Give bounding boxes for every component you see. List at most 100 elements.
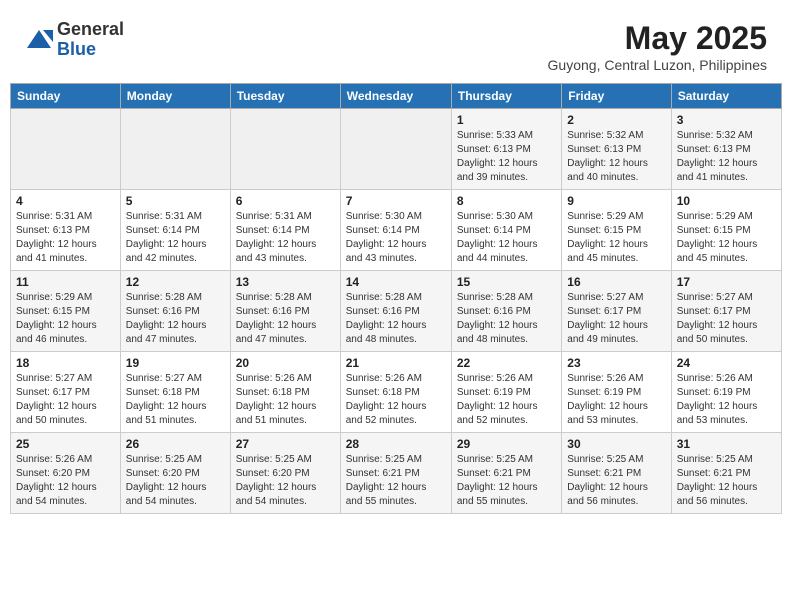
day-number: 19: [126, 356, 225, 370]
day-number: 9: [567, 194, 665, 208]
weekday-header-sunday: Sunday: [11, 84, 121, 109]
calendar-cell: 26Sunrise: 5:25 AM Sunset: 6:20 PM Dayli…: [120, 433, 230, 514]
day-number: 12: [126, 275, 225, 289]
day-info: Sunrise: 5:28 AM Sunset: 6:16 PM Dayligh…: [126, 291, 225, 347]
calendar-cell: 7 Sunrise: 5:30 AM Sunset: 6:14 PM Daylig…: [340, 190, 451, 271]
day-info: Sunrise: 5:27 AM Sunset: 6:17 PM Dayligh…: [16, 372, 115, 428]
day-info: Sunrise: 5:29 AM Sunset: 6:15 PM Dayligh…: [567, 210, 665, 266]
day-number: 28: [346, 437, 446, 451]
calendar-week-row: 1Sunrise: 5:33 AM Sunset: 6:13 PM Daylig…: [11, 109, 782, 190]
calendar-cell: 25 Sunrise: 5:26 AM Sunset: 6:20 PM Dayli…: [11, 433, 121, 514]
calendar-cell: 2Sunrise: 5:32 AM Sunset: 6:13 PM Daylig…: [562, 109, 671, 190]
day-number: 6: [236, 194, 335, 208]
day-info: Sunrise: 5:31 AM Sunset: 6:14 PM Dayligh…: [126, 210, 225, 266]
day-info: Sunrise: 5:28 AM Sunset: 6:16 PM Dayligh…: [457, 291, 556, 347]
day-info: Sunrise: 5:26 AM Sunset: 6:20 PM Dayligh…: [16, 453, 115, 509]
day-info: Sunrise: 5:31 AM Sunset: 6:14 PM Dayligh…: [236, 210, 335, 266]
day-number: 8: [457, 194, 556, 208]
calendar-cell: 31Sunrise: 5:25 AM Sunset: 6:21 PM Dayli…: [671, 433, 781, 514]
calendar-cell: 5 Sunrise: 5:31 AM Sunset: 6:14 PM Daylig…: [120, 190, 230, 271]
calendar-table: SundayMondayTuesdayWednesdayThursdayFrid…: [10, 83, 782, 514]
weekday-header-thursday: Thursday: [451, 84, 561, 109]
calendar-cell: [11, 109, 121, 190]
logo-text: General Blue: [57, 20, 124, 60]
calendar-cell: 10 Sunrise: 5:29 AM Sunset: 6:15 PM Dayli…: [671, 190, 781, 271]
calendar-week-row: 25 Sunrise: 5:26 AM Sunset: 6:20 PM Dayli…: [11, 433, 782, 514]
calendar-cell: 23Sunrise: 5:26 AM Sunset: 6:19 PM Dayli…: [562, 352, 671, 433]
day-info: Sunrise: 5:27 AM Sunset: 6:17 PM Dayligh…: [567, 291, 665, 347]
day-number: 4: [16, 194, 115, 208]
month-year-title: May 2025: [548, 20, 767, 57]
calendar-cell: 4 Sunrise: 5:31 AM Sunset: 6:13 PM Daylig…: [11, 190, 121, 271]
calendar-cell: 19 Sunrise: 5:27 AM Sunset: 6:18 PM Dayli…: [120, 352, 230, 433]
day-number: 11: [16, 275, 115, 289]
day-number: 7: [346, 194, 446, 208]
day-info: Sunrise: 5:30 AM Sunset: 6:14 PM Dayligh…: [457, 210, 556, 266]
day-number: 15: [457, 275, 556, 289]
day-info: Sunrise: 5:27 AM Sunset: 6:18 PM Dayligh…: [126, 372, 225, 428]
title-block: May 2025 Guyong, Central Luzon, Philippi…: [548, 20, 767, 73]
logo-blue: Blue: [57, 40, 124, 60]
day-info: Sunrise: 5:25 AM Sunset: 6:20 PM Dayligh…: [126, 453, 225, 509]
calendar-cell: 15 Sunrise: 5:28 AM Sunset: 6:16 PM Dayli…: [451, 271, 561, 352]
day-number: 10: [677, 194, 776, 208]
day-number: 2: [567, 113, 665, 127]
day-number: 23: [567, 356, 665, 370]
calendar-cell: 24 Sunrise: 5:26 AM Sunset: 6:19 PM Dayli…: [671, 352, 781, 433]
day-info: Sunrise: 5:25 AM Sunset: 6:21 PM Dayligh…: [567, 453, 665, 509]
day-number: 18: [16, 356, 115, 370]
calendar-cell: 21Sunrise: 5:26 AM Sunset: 6:18 PM Dayli…: [340, 352, 451, 433]
day-info: Sunrise: 5:26 AM Sunset: 6:18 PM Dayligh…: [236, 372, 335, 428]
day-info: Sunrise: 5:25 AM Sunset: 6:21 PM Dayligh…: [457, 453, 556, 509]
calendar-cell: 16 Sunrise: 5:27 AM Sunset: 6:17 PM Dayli…: [562, 271, 671, 352]
calendar-cell: [230, 109, 340, 190]
logo: General Blue: [25, 20, 124, 60]
day-number: 13: [236, 275, 335, 289]
day-number: 21: [346, 356, 446, 370]
day-number: 5: [126, 194, 225, 208]
calendar-cell: 30 Sunrise: 5:25 AM Sunset: 6:21 PM Dayli…: [562, 433, 671, 514]
day-info: Sunrise: 5:29 AM Sunset: 6:15 PM Dayligh…: [677, 210, 776, 266]
day-info: Sunrise: 5:26 AM Sunset: 6:19 PM Dayligh…: [677, 372, 776, 428]
logo-general: General: [57, 20, 124, 40]
calendar-cell: 28 Sunrise: 5:25 AM Sunset: 6:21 PM Dayli…: [340, 433, 451, 514]
day-info: Sunrise: 5:30 AM Sunset: 6:14 PM Dayligh…: [346, 210, 446, 266]
day-number: 29: [457, 437, 556, 451]
calendar-cell: 29 Sunrise: 5:25 AM Sunset: 6:21 PM Dayli…: [451, 433, 561, 514]
weekday-header-wednesday: Wednesday: [340, 84, 451, 109]
day-info: Sunrise: 5:28 AM Sunset: 6:16 PM Dayligh…: [346, 291, 446, 347]
day-number: 25: [16, 437, 115, 451]
day-number: 22: [457, 356, 556, 370]
day-info: Sunrise: 5:29 AM Sunset: 6:15 PM Dayligh…: [16, 291, 115, 347]
weekday-header-saturday: Saturday: [671, 84, 781, 109]
day-number: 16: [567, 275, 665, 289]
day-info: Sunrise: 5:31 AM Sunset: 6:13 PM Dayligh…: [16, 210, 115, 266]
day-info: Sunrise: 5:28 AM Sunset: 6:16 PM Dayligh…: [236, 291, 335, 347]
day-info: Sunrise: 5:27 AM Sunset: 6:17 PM Dayligh…: [677, 291, 776, 347]
calendar-cell: 20 Sunrise: 5:26 AM Sunset: 6:18 PM Dayli…: [230, 352, 340, 433]
day-number: 14: [346, 275, 446, 289]
calendar-cell: 3Sunrise: 5:32 AM Sunset: 6:13 PM Daylig…: [671, 109, 781, 190]
calendar-cell: 22 Sunrise: 5:26 AM Sunset: 6:19 PM Dayli…: [451, 352, 561, 433]
day-number: 24: [677, 356, 776, 370]
logo-icon: [25, 26, 53, 54]
day-number: 3: [677, 113, 776, 127]
calendar-header-row: SundayMondayTuesdayWednesdayThursdayFrid…: [11, 84, 782, 109]
calendar-cell: 13 Sunrise: 5:28 AM Sunset: 6:16 PM Dayli…: [230, 271, 340, 352]
calendar-cell: [120, 109, 230, 190]
day-info: Sunrise: 5:26 AM Sunset: 6:19 PM Dayligh…: [457, 372, 556, 428]
calendar-cell: 6 Sunrise: 5:31 AM Sunset: 6:14 PM Daylig…: [230, 190, 340, 271]
day-number: 31: [677, 437, 776, 451]
day-info: Sunrise: 5:25 AM Sunset: 6:21 PM Dayligh…: [346, 453, 446, 509]
calendar-cell: 9 Sunrise: 5:29 AM Sunset: 6:15 PM Daylig…: [562, 190, 671, 271]
calendar-cell: 14 Sunrise: 5:28 AM Sunset: 6:16 PM Dayli…: [340, 271, 451, 352]
calendar-week-row: 4 Sunrise: 5:31 AM Sunset: 6:13 PM Daylig…: [11, 190, 782, 271]
day-number: 20: [236, 356, 335, 370]
day-number: 27: [236, 437, 335, 451]
calendar-week-row: 11 Sunrise: 5:29 AM Sunset: 6:15 PM Dayli…: [11, 271, 782, 352]
weekday-header-friday: Friday: [562, 84, 671, 109]
calendar-cell: 1Sunrise: 5:33 AM Sunset: 6:13 PM Daylig…: [451, 109, 561, 190]
calendar-cell: 8 Sunrise: 5:30 AM Sunset: 6:14 PM Daylig…: [451, 190, 561, 271]
day-info: Sunrise: 5:33 AM Sunset: 6:13 PM Dayligh…: [457, 129, 556, 185]
day-number: 30: [567, 437, 665, 451]
